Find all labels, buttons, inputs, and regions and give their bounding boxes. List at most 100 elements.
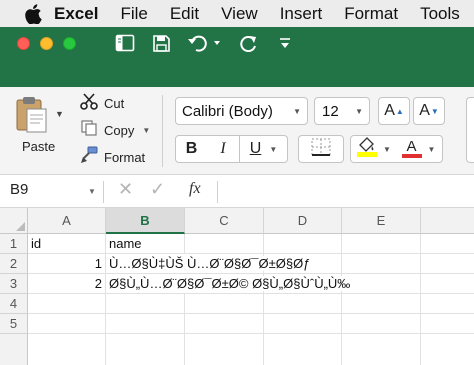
triangle-up-icon: ▲	[395, 106, 404, 116]
column-header-f[interactable]	[421, 208, 474, 234]
cell-e6[interactable]	[342, 334, 421, 365]
formula-input[interactable]	[220, 178, 470, 204]
cell-f1[interactable]	[421, 234, 474, 254]
row-header-6[interactable]	[0, 334, 28, 365]
enter-icon[interactable]: ✓	[150, 179, 165, 200]
row-header-3[interactable]: 3	[0, 274, 28, 294]
divider	[103, 181, 104, 203]
cell-f6[interactable]	[421, 334, 474, 365]
paste-icon[interactable]	[14, 95, 50, 138]
window-titlebar	[0, 27, 474, 87]
cell-a6[interactable]	[28, 334, 106, 365]
select-all-button[interactable]	[0, 208, 28, 234]
menu-format[interactable]: Format	[344, 4, 398, 24]
cell-b4[interactable]	[106, 294, 185, 314]
spreadsheet-grid: A B C D E 1 2 3 4 5 id name 1 Ù…Ø§Ù‡ÙŠ Ù…	[0, 208, 474, 365]
select-all-triangle	[16, 222, 25, 231]
row-header-4[interactable]: 4	[0, 294, 28, 314]
row-header-5[interactable]: 5	[0, 314, 28, 334]
close-window-button[interactable]	[17, 37, 30, 50]
borders-icon	[310, 137, 332, 162]
cell-c4[interactable]	[185, 294, 264, 314]
cancel-icon[interactable]: ✕	[118, 179, 133, 200]
row-header-1[interactable]: 1	[0, 234, 28, 254]
column-header-e[interactable]: E	[342, 208, 421, 234]
cell-c6[interactable]	[185, 334, 264, 365]
fill-color-button[interactable]: ▼	[350, 135, 396, 163]
cell-e4[interactable]	[342, 294, 421, 314]
font-name-select[interactable]: Calibri (Body) ▼	[175, 97, 308, 125]
paste-options-caret[interactable]: ▼	[55, 109, 64, 119]
cell-e3[interactable]	[342, 274, 421, 294]
cell-d6[interactable]	[264, 334, 342, 365]
cell-d5[interactable]	[264, 314, 342, 334]
cell-a5[interactable]	[28, 314, 106, 334]
cell-b3[interactable]: Ø§Ù„Ù…Ø¨Ø§Ø¯Ø±Ø© Ø§Ù„Ø§ÙˆÙ„Ù‰	[106, 274, 351, 294]
minimize-window-button[interactable]	[40, 37, 53, 50]
borders-button[interactable]	[298, 135, 344, 163]
cell-b6[interactable]	[106, 334, 185, 365]
cell-text: id	[31, 236, 42, 251]
column-header-a[interactable]: A	[28, 208, 106, 234]
cut-button[interactable]: Cut	[80, 92, 124, 113]
menu-view[interactable]: View	[221, 4, 258, 24]
cell-b5[interactable]	[106, 314, 185, 334]
italic-button[interactable]: I	[207, 135, 240, 163]
underline-button[interactable]: U ▼	[240, 135, 288, 163]
format-painter-button[interactable]: Format	[80, 146, 145, 167]
chevron-down-icon[interactable]: ▼	[88, 187, 96, 196]
grow-font-label: A	[384, 102, 395, 119]
cell-a1[interactable]: id	[28, 234, 106, 254]
cell-c1[interactable]	[185, 234, 264, 254]
cell-b1[interactable]: name	[106, 234, 185, 254]
cell-d1[interactable]	[264, 234, 342, 254]
menu-tools[interactable]: Tools	[420, 4, 460, 24]
font-color-swatch	[401, 154, 422, 158]
cell-text: name	[109, 236, 142, 251]
cell-f3[interactable]	[421, 274, 474, 294]
cell-d4[interactable]	[264, 294, 342, 314]
insert-function-button[interactable]: fx	[189, 180, 201, 198]
cell-a3[interactable]: 2	[28, 274, 106, 294]
chevron-down-icon: ▼	[293, 106, 301, 116]
column-header-c[interactable]: C	[185, 208, 264, 234]
font-size-select[interactable]: 12 ▼	[314, 97, 370, 125]
save-icon[interactable]	[150, 32, 172, 54]
cell-f2[interactable]	[421, 254, 474, 274]
font-color-button[interactable]: A ▼	[395, 135, 443, 163]
cell-e5[interactable]	[342, 314, 421, 334]
chevron-down-icon: ▼	[383, 144, 391, 154]
name-box[interactable]: B9	[10, 181, 28, 198]
font-size-value: 12	[322, 102, 339, 120]
column-header-b[interactable]: B	[106, 208, 185, 234]
copy-button[interactable]: Copy ▼	[80, 119, 150, 140]
paste-label[interactable]: Paste	[22, 139, 55, 154]
bold-button[interactable]: B	[175, 135, 208, 163]
menu-insert[interactable]: Insert	[280, 4, 323, 24]
font-color-label: A	[406, 138, 417, 155]
font-name-value: Calibri (Body)	[182, 102, 273, 120]
cell-f5[interactable]	[421, 314, 474, 334]
increase-font-size-button[interactable]: A ▲	[378, 97, 410, 125]
cell-c5[interactable]	[185, 314, 264, 334]
copy-options-caret[interactable]: ▼	[142, 126, 150, 135]
apple-icon[interactable]	[24, 3, 42, 25]
menu-excel[interactable]: Excel	[54, 4, 98, 24]
cell-a2[interactable]: 1	[28, 254, 106, 274]
cell-e2[interactable]	[342, 254, 421, 274]
menu-edit[interactable]: Edit	[170, 4, 199, 24]
customize-toolbar-icon[interactable]	[276, 32, 294, 54]
cell-f4[interactable]	[421, 294, 474, 314]
undo-icon[interactable]	[186, 32, 222, 54]
ribbon-next-group[interactable]	[466, 97, 474, 163]
decrease-font-size-button[interactable]: A ▼	[413, 97, 445, 125]
cell-b2[interactable]: Ù…Ø§Ù‡ÙŠ Ù…Ø¨Ø§Ø¯Ø±Ø§Øƒ	[106, 254, 311, 274]
menu-file[interactable]: File	[120, 4, 147, 24]
sidebar-icon[interactable]	[114, 32, 136, 54]
zoom-window-button[interactable]	[63, 37, 76, 50]
cell-e1[interactable]	[342, 234, 421, 254]
row-header-2[interactable]: 2	[0, 254, 28, 274]
column-header-d[interactable]: D	[264, 208, 342, 234]
redo-icon[interactable]	[238, 32, 260, 54]
cell-a4[interactable]	[28, 294, 106, 314]
